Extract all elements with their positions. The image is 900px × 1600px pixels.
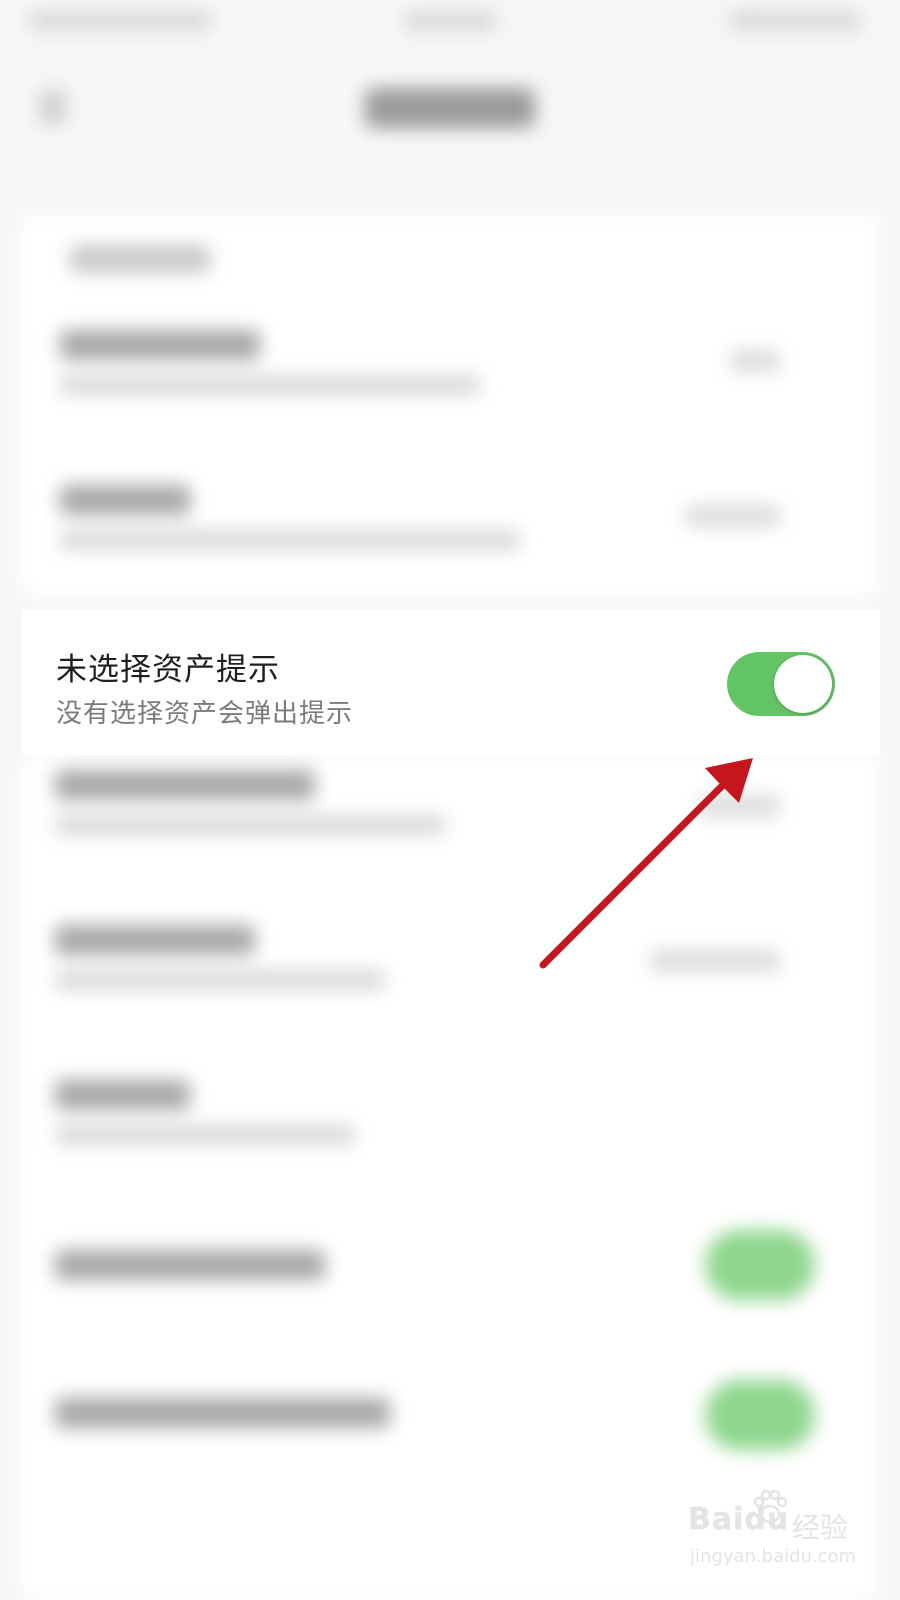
- paw-icon: [753, 1489, 788, 1524]
- setting-title-2: [60, 485, 190, 515]
- setting-toggle-7[interactable]: [705, 1230, 815, 1300]
- section-label: [70, 245, 210, 273]
- page-title: [365, 88, 535, 128]
- setting-value-1[interactable]: [730, 350, 780, 372]
- setting-subtitle-2: [60, 530, 520, 550]
- setting-value-2[interactable]: [685, 505, 780, 527]
- setting-title-5: [55, 925, 255, 955]
- setting-title-4: [55, 770, 315, 800]
- unselected-asset-prompt-row[interactable]: 未选择资产提示 没有选择资产会弹出提示: [22, 610, 880, 755]
- asset-prompt-toggle[interactable]: [727, 652, 835, 716]
- setting-subtitle-1: [60, 375, 480, 395]
- setting-title: 未选择资产提示: [56, 652, 280, 688]
- watermark-brand: 经验: [792, 1511, 849, 1544]
- setting-title-7: [55, 1250, 325, 1280]
- setting-title-6: [55, 1080, 190, 1110]
- setting-subtitle-6: [55, 1125, 355, 1145]
- status-bar-time: [405, 12, 495, 30]
- status-bar-right: [730, 12, 860, 30]
- nav-bar: [0, 60, 900, 150]
- setting-title-8: [55, 1398, 390, 1428]
- settings-card-bottom: [22, 755, 878, 1600]
- blurred-background: [0, 0, 900, 1600]
- setting-title-1: [60, 330, 260, 360]
- back-icon[interactable]: [40, 90, 66, 124]
- setting-toggle-8[interactable]: [705, 1380, 815, 1450]
- baidu-jingyan-watermark: Baidu 经验 jingyan.baidu.com: [688, 1488, 858, 1578]
- toggle-knob: [774, 655, 832, 713]
- settings-screen: 未选择资产提示 没有选择资产会弹出提示 Baidu 经验 jingyan.bai…: [0, 0, 900, 1600]
- status-bar-left: [30, 12, 210, 30]
- setting-subtitle: 没有选择资产会弹出提示: [56, 699, 354, 729]
- setting-value-5[interactable]: [650, 950, 780, 972]
- setting-value-4[interactable]: [700, 795, 780, 817]
- status-bar: [0, 0, 900, 50]
- setting-subtitle-4: [55, 815, 445, 835]
- watermark-url: jingyan.baidu.com: [690, 1546, 857, 1567]
- setting-subtitle-5: [55, 970, 385, 990]
